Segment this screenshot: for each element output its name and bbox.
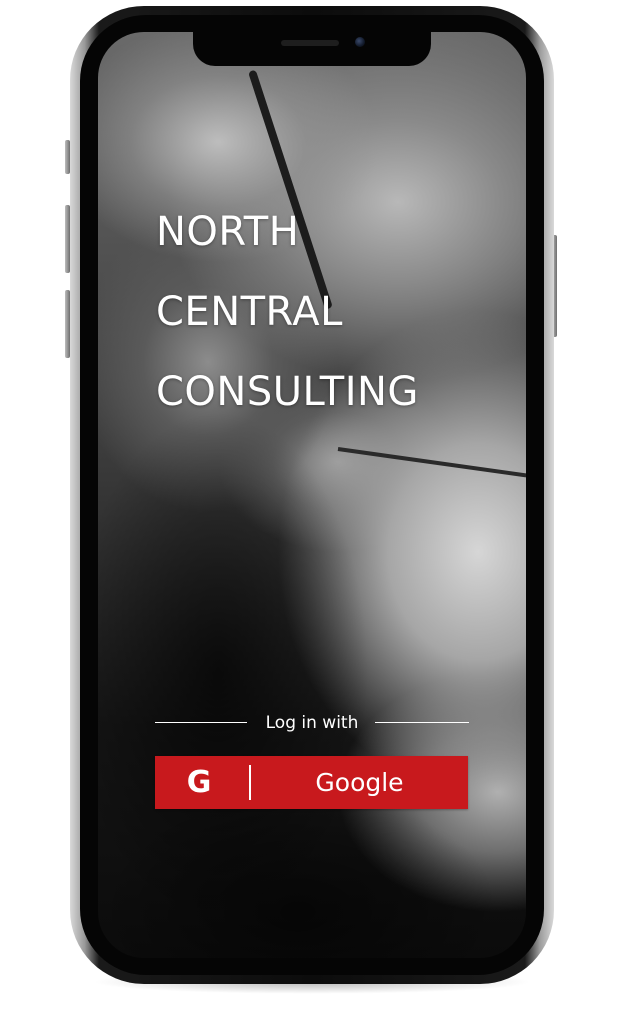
phone-screen: NORTH CENTRAL CONSULTING Log in with G G… [98, 32, 526, 958]
google-g-icon: G [186, 765, 212, 800]
google-login-button[interactable]: G Google [155, 756, 468, 809]
app-title-line-3: CONSULTING [156, 369, 419, 415]
login-prompt: Log in with [265, 713, 359, 733]
background-photo [98, 32, 526, 958]
google-login-label: Google [315, 768, 404, 797]
login-divider: Log in with [155, 711, 469, 735]
app-title-line-2: CENTRAL [156, 289, 343, 335]
speaker-grille [281, 40, 339, 46]
app-title: NORTH CENTRAL CONSULTING [156, 192, 419, 432]
app-title-line-1: NORTH [156, 209, 300, 255]
divider-line-right [375, 722, 469, 723]
phone-notch [193, 32, 431, 66]
front-camera-icon [355, 37, 365, 47]
page: NORTH CENTRAL CONSULTING Log in with G G… [0, 0, 622, 1009]
